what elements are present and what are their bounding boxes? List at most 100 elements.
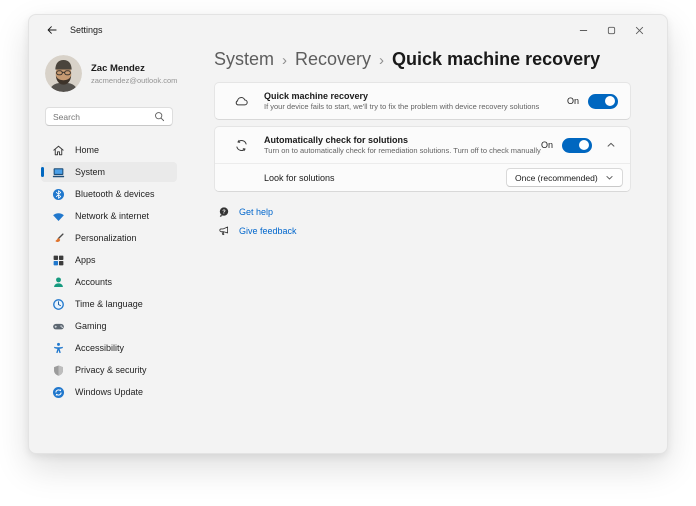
sidebar-item-label: Gaming [75, 321, 107, 331]
auto-check-row[interactable]: Automatically check for solutions Turn o… [215, 127, 630, 163]
back-button[interactable] [43, 21, 61, 39]
sidebar-item-gaming[interactable]: Gaming [41, 316, 177, 336]
sidebar-item-label: Network & internet [75, 211, 150, 221]
toggle-state-label: On [540, 140, 553, 150]
profile-row[interactable]: Zac Mendez zacmendez@outlook.com [45, 55, 214, 92]
sidebar-item-accessibility[interactable]: Accessibility [41, 338, 177, 358]
window-title: Settings [70, 25, 103, 35]
close-icon [635, 26, 643, 34]
system-icon [52, 166, 65, 179]
give-feedback-row[interactable]: Give feedback [218, 221, 631, 240]
sidebar-item-time-language[interactable]: Time & language [41, 294, 177, 314]
search-input[interactable] [53, 111, 154, 122]
auto-check-toggle[interactable] [562, 137, 592, 153]
setting-controls: On [566, 93, 618, 109]
sidebar-item-label: Privacy & security [75, 365, 147, 375]
back-arrow-icon [47, 26, 57, 34]
look-for-solutions-dropdown[interactable]: Once (recommended) [506, 168, 623, 187]
sidebar-item-apps[interactable]: Apps [41, 250, 177, 270]
dropdown-selected-value: Once (recommended) [515, 172, 598, 183]
look-for-solutions-row: Look for solutions Once (recommended) [215, 164, 630, 191]
sidebar-item-label: Personalization [75, 233, 137, 243]
sidebar-item-bluetooth-devices[interactable]: Bluetooth & devices [41, 184, 177, 204]
sidebar-item-label: Time & language [75, 299, 143, 309]
help-links: ? Get help Give feedback [214, 202, 631, 240]
avatar [45, 55, 82, 92]
sidebar-item-label: Accounts [75, 277, 113, 287]
windows-update-icon [52, 386, 65, 399]
minimize-button[interactable] [569, 19, 597, 41]
breadcrumb-separator: › [282, 52, 288, 69]
accessibility-icon [52, 342, 65, 355]
breadcrumb-recovery[interactable]: Recovery [295, 49, 371, 70]
maximize-icon [607, 26, 615, 34]
sidebar-nav: Home System Bluetooth & devices Network … [41, 140, 214, 402]
sidebar-item-label: Apps [75, 255, 96, 265]
setting-text: Automatically check for solutions Turn o… [264, 135, 541, 156]
network-icon [52, 210, 65, 223]
privacy-icon [52, 364, 65, 377]
sidebar-item-label: Bluetooth & devices [75, 189, 155, 199]
sidebar-item-label: Home [75, 145, 100, 155]
setting-controls: On [540, 137, 618, 153]
setting-description: Turn on to automatically check for remed… [264, 146, 541, 156]
cloud-icon [233, 93, 250, 110]
toggle-state-label: On [566, 96, 579, 106]
setting-title: Quick machine recovery [264, 90, 369, 101]
look-for-solutions-label: Look for solutions [264, 172, 335, 183]
profile-name: Zac Mendez [91, 62, 145, 74]
help-icon: ? [218, 206, 230, 218]
quick-machine-recovery-card: Quick machine recovery If your device fa… [214, 82, 631, 120]
sidebar-item-network-internet[interactable]: Network & internet [41, 206, 177, 226]
sidebar-item-personalization[interactable]: Personalization [41, 228, 177, 248]
feedback-icon [218, 225, 230, 237]
sidebar-item-label: System [75, 167, 106, 177]
maximize-button[interactable] [597, 19, 625, 41]
bluetooth-icon [52, 188, 65, 201]
apps-icon [52, 254, 65, 267]
active-indicator [41, 167, 44, 177]
sidebar-item-system[interactable]: System [41, 162, 177, 182]
give-feedback-link[interactable]: Give feedback [239, 226, 297, 236]
time-language-icon [52, 298, 65, 311]
setting-description: If your device fails to start, we'll try… [264, 102, 540, 112]
collapse-button[interactable] [604, 138, 618, 152]
chevron-up-icon [607, 142, 615, 147]
sync-icon [233, 137, 250, 154]
profile-email: zacmendez@outlook.com [91, 75, 178, 85]
toggle-knob [579, 140, 589, 150]
sidebar-item-accounts[interactable]: Accounts [41, 272, 177, 292]
main-content: System › Recovery › Quick machine recove… [214, 45, 667, 453]
get-help-row[interactable]: ? Get help [218, 202, 631, 221]
setting-text: Quick machine recovery If your device fa… [264, 91, 567, 112]
window-controls [569, 15, 653, 45]
accounts-icon [52, 276, 65, 289]
svg-text:?: ? [222, 209, 226, 215]
get-help-link[interactable]: Get help [239, 207, 273, 217]
settings-window: Settings Zac Mendez zacmendez@outlook.co… [28, 14, 668, 454]
close-button[interactable] [625, 19, 653, 41]
sidebar-item-label: Windows Update [75, 387, 144, 397]
setting-title: Automatically check for solutions [264, 134, 409, 145]
profile-info: Zac Mendez zacmendez@outlook.com [91, 63, 177, 85]
titlebar: Settings [29, 15, 667, 45]
sidebar-item-windows-update[interactable]: Windows Update [41, 382, 177, 402]
page-title: Quick machine recovery [392, 49, 601, 69]
personalization-icon [52, 232, 65, 245]
home-icon [52, 144, 65, 157]
chevron-down-icon [606, 176, 613, 180]
breadcrumb-separator: › [379, 52, 385, 69]
sidebar-item-label: Accessibility [75, 343, 125, 353]
sidebar-item-home[interactable]: Home [41, 140, 177, 160]
toggle-knob [605, 96, 615, 106]
quick-machine-recovery-toggle[interactable] [588, 93, 618, 109]
search-icon [155, 112, 165, 122]
gaming-icon [52, 320, 65, 333]
quick-machine-recovery-row: Quick machine recovery If your device fa… [215, 83, 630, 119]
breadcrumb-system[interactable]: System [214, 49, 274, 70]
sidebar-item-privacy-security[interactable]: Privacy & security [41, 360, 177, 380]
sidebar: Zac Mendez zacmendez@outlook.com Home Sy [29, 45, 214, 453]
search-box [45, 107, 173, 126]
breadcrumb: System › Recovery › Quick machine recove… [214, 49, 631, 73]
minimize-icon [579, 29, 587, 31]
